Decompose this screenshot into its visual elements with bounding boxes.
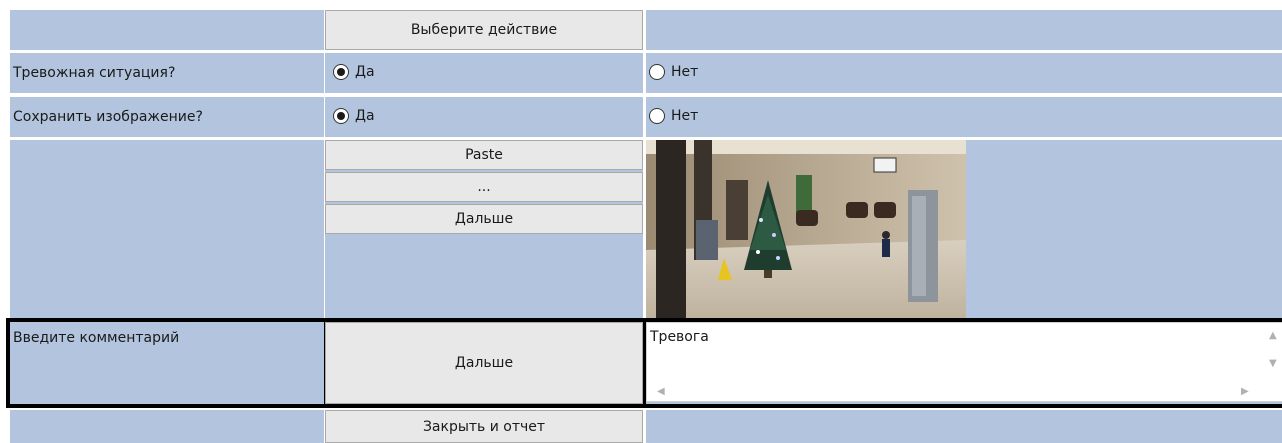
alarm-no-radio[interactable]: Нет xyxy=(649,64,698,80)
save-no-cell: Нет xyxy=(646,97,1282,137)
chevron-down-icon[interactable]: ▼ xyxy=(1269,359,1277,369)
camera-snapshot-image xyxy=(646,140,966,318)
radio-unchecked-icon xyxy=(649,64,665,80)
image-row-left xyxy=(10,140,324,318)
image-row-right xyxy=(966,140,1282,318)
comment-next-button[interactable]: Дальше xyxy=(325,322,643,404)
radio-checked-icon xyxy=(333,108,349,124)
save-yes-label: Да xyxy=(355,108,375,124)
save-no-radio[interactable]: Нет xyxy=(649,108,698,124)
select-action-button[interactable]: Выберите действие xyxy=(325,10,643,50)
comment-text: Тревога xyxy=(650,329,709,345)
action-row-right xyxy=(646,10,1282,50)
save-yes-radio[interactable]: Да xyxy=(333,108,375,124)
image-next-button[interactable]: Дальше xyxy=(325,204,643,234)
chevron-left-icon[interactable]: ◀ xyxy=(657,387,665,397)
paste-button[interactable]: Paste xyxy=(325,140,643,170)
comment-input-cell: Тревога ▲ ▼ ◀ ▶ xyxy=(646,322,1282,404)
save-image-question-label: Сохранить изображение? xyxy=(10,97,324,137)
browse-button[interactable]: ... xyxy=(325,172,643,202)
comment-textarea[interactable]: Тревога ▲ ▼ ◀ ▶ xyxy=(646,322,1282,402)
chevron-right-icon[interactable]: ▶ xyxy=(1241,387,1249,397)
alarm-yes-label: Да xyxy=(355,64,375,80)
radio-unchecked-icon xyxy=(649,108,665,124)
comment-label: Введите комментарий xyxy=(13,330,180,346)
save-no-label: Нет xyxy=(671,108,699,124)
camera-snapshot-drawing xyxy=(646,140,966,318)
alarm-yes-cell: Да xyxy=(325,53,643,93)
alarm-no-cell: Нет xyxy=(646,53,1282,93)
alarm-no-label: Нет xyxy=(671,64,699,80)
close-and-report-button[interactable]: Закрыть и отчет xyxy=(325,410,643,443)
chevron-up-icon[interactable]: ▲ xyxy=(1269,331,1277,341)
action-row-left xyxy=(10,10,324,50)
bottom-row-right xyxy=(646,410,1282,443)
bottom-row-left xyxy=(10,410,324,443)
alarm-yes-radio[interactable]: Да xyxy=(333,64,375,80)
alarm-question-label: Тревожная ситуация? xyxy=(10,53,324,93)
save-yes-cell: Да xyxy=(325,97,643,137)
radio-checked-icon xyxy=(333,64,349,80)
comment-label-cell: Введите комментарий xyxy=(10,322,324,404)
